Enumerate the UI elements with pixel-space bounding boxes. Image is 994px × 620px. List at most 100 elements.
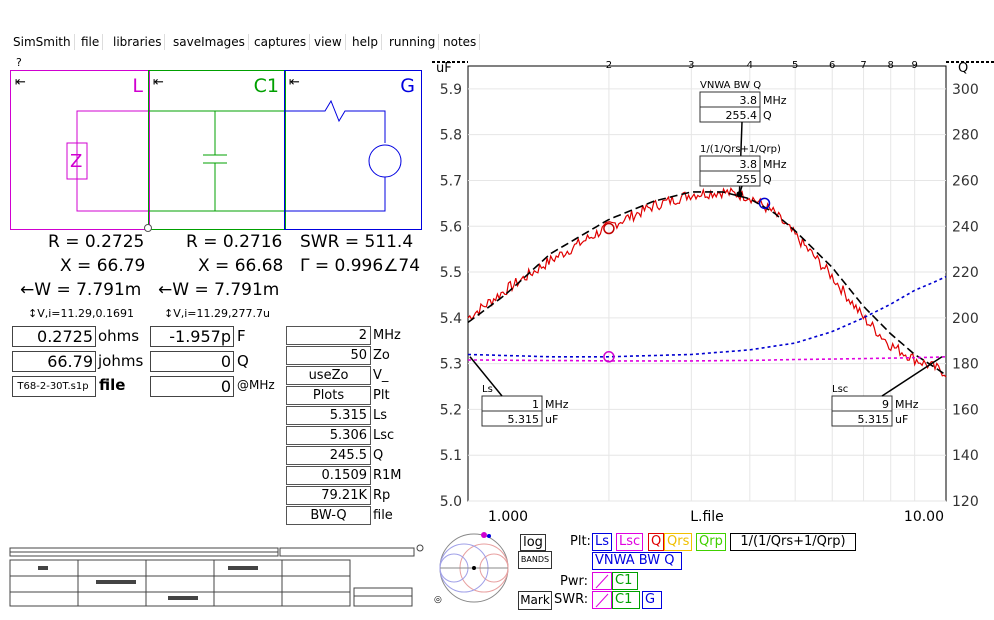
legend-qrp[interactable]: Qrp bbox=[696, 533, 726, 551]
y-right-tick-label: 180 bbox=[952, 357, 979, 373]
component-g-name: G bbox=[400, 75, 415, 97]
legend-combined-q[interactable]: 1/(1/Qrs+1/Qrp) bbox=[730, 533, 856, 551]
menu-running[interactable]: running bbox=[386, 34, 440, 50]
arrow-left-icon[interactable]: ⇤ bbox=[153, 75, 164, 90]
c1-capacitance-input[interactable]: -1.957p bbox=[150, 326, 234, 347]
c1-wavelength: ←W = 7.791m bbox=[158, 280, 280, 300]
c1-freq-input[interactable]: 0 bbox=[150, 376, 234, 397]
component-g-box[interactable]: ⇤ G bbox=[284, 70, 422, 230]
component-l-box[interactable]: ⇤ L Z bbox=[10, 70, 150, 230]
l-voltage-current: ↕V,i=11.29,0.1691 bbox=[28, 307, 134, 320]
marker-unit: Q bbox=[763, 109, 772, 122]
pwr-l-box[interactable] bbox=[592, 572, 612, 590]
menu-notes[interactable]: notes bbox=[440, 34, 481, 50]
x-tick-label: 6 bbox=[829, 60, 835, 71]
menu-view[interactable]: view bbox=[311, 34, 346, 50]
y-right-axis-label: Q bbox=[958, 61, 968, 76]
swr-c1-box[interactable]: C1 bbox=[612, 591, 640, 609]
swr-g-box[interactable]: G bbox=[642, 591, 662, 609]
y-left-tick-label: 5.3 bbox=[440, 357, 462, 373]
zo-label: Zo bbox=[373, 348, 390, 363]
check-icon bbox=[595, 574, 609, 589]
marker-unit: MHz bbox=[763, 158, 787, 171]
marker-value: 1 bbox=[532, 398, 539, 411]
rp-cell[interactable]: 79.21K bbox=[286, 486, 371, 505]
menu-help[interactable]: help bbox=[349, 34, 382, 50]
y-right-tick-label: 120 bbox=[952, 494, 979, 510]
plots-button[interactable]: Plots bbox=[286, 386, 371, 405]
legend-qrs[interactable]: Qrs bbox=[664, 533, 693, 551]
help-question[interactable]: ? bbox=[16, 56, 22, 69]
freq-cell[interactable]: 2 bbox=[286, 326, 371, 345]
y-right-tick-label: 280 bbox=[952, 128, 979, 144]
menu-saveimages[interactable]: saveImages bbox=[170, 34, 249, 50]
arrow-left-icon[interactable]: ⇤ bbox=[15, 75, 26, 90]
menu-bar: SimSmith file libraries saveImages captu… bbox=[0, 30, 994, 52]
legend-lsc[interactable]: Lsc bbox=[616, 533, 644, 551]
pwr-label: Pwr: bbox=[560, 574, 588, 589]
x-tick-label: 5 bbox=[792, 60, 798, 71]
chart-area[interactable]: uF Q 5.0 5.1 5.2 5.3 5.4 5.5 5.6 5.7 5.8 5.9 120 140 1… bbox=[432, 56, 994, 526]
bw-q-button[interactable]: BW-Q bbox=[286, 506, 371, 525]
l-resistance-input[interactable]: 0.2725 bbox=[12, 326, 96, 347]
v-label: V_ bbox=[373, 368, 389, 383]
r1m-cell[interactable]: 0.1509 bbox=[286, 466, 371, 485]
usezo-button[interactable]: useZo bbox=[286, 366, 371, 385]
node-circle-icon[interactable] bbox=[144, 224, 152, 232]
marker-unit: uF bbox=[545, 413, 558, 426]
lsc-label: Lsc bbox=[373, 428, 395, 443]
mark-button[interactable]: Mark bbox=[518, 591, 552, 610]
check-icon bbox=[595, 593, 609, 608]
y-right-tick-label: 220 bbox=[952, 265, 979, 281]
x-tick-label: 8 bbox=[888, 60, 894, 71]
ls-cell[interactable]: 5.315 bbox=[286, 406, 371, 425]
l-resistance: R = 0.2725 bbox=[48, 232, 145, 252]
zo-cell[interactable]: 50 bbox=[286, 346, 371, 365]
l-reactance-input[interactable]: 66.79 bbox=[12, 351, 96, 372]
menu-simsmith[interactable]: SimSmith bbox=[10, 34, 75, 50]
smith-chart[interactable]: ◎ bbox=[434, 530, 514, 606]
y-left-tick-label: 5.9 bbox=[440, 82, 462, 98]
bands-button[interactable]: BANDS bbox=[518, 551, 552, 569]
file-name-input[interactable]: T68-2-30T.s1p bbox=[12, 376, 96, 397]
y-right-tick-label: 260 bbox=[952, 173, 979, 189]
y-left-tick-label: 5.5 bbox=[440, 265, 462, 281]
q-cell[interactable]: 245.5 bbox=[286, 446, 371, 465]
legend-ls[interactable]: Ls bbox=[592, 533, 613, 551]
y-left-tick-label: 5.7 bbox=[440, 173, 462, 189]
network-thumbnails[interactable] bbox=[8, 544, 428, 610]
c1-reactance: X = 66.68 bbox=[198, 256, 284, 276]
y-left-tick-label: 5.1 bbox=[440, 448, 462, 464]
marker-value: 5.315 bbox=[508, 413, 540, 426]
menu-file[interactable]: file bbox=[78, 34, 104, 50]
x-axis-label: L.file bbox=[690, 509, 724, 525]
g-swr: SWR = 511.4 bbox=[300, 232, 414, 252]
arrow-left-icon[interactable]: ⇤ bbox=[289, 75, 300, 90]
swr-l-box[interactable] bbox=[592, 591, 612, 609]
component-c1-box[interactable]: ⇤ C1 bbox=[148, 70, 286, 230]
menu-libraries[interactable]: libraries bbox=[110, 34, 166, 50]
plt-bottom-label: Plt: bbox=[570, 534, 591, 549]
c1-q-input[interactable]: 0 bbox=[150, 351, 234, 372]
menu-captures[interactable]: captures bbox=[251, 34, 311, 50]
g-gamma: Γ = 0.996∠74 bbox=[300, 256, 421, 276]
x-tick-label: 3 bbox=[688, 60, 694, 71]
chart-svg[interactable]: uF Q 5.0 5.1 5.2 5.3 5.4 5.5 5.6 5.7 5.8 5.9 120 140 1… bbox=[432, 56, 994, 526]
legend-vnwa-bw-q[interactable]: VNWA BW Q bbox=[592, 552, 682, 570]
johms-label: johms bbox=[98, 352, 144, 370]
marker-title: Lsc bbox=[832, 384, 848, 395]
marker-value: 255.4 bbox=[726, 109, 758, 122]
component-l-name: L bbox=[132, 75, 143, 97]
marker-unit: Q bbox=[763, 173, 772, 186]
y-right-tick-label: 240 bbox=[952, 219, 979, 235]
log-button[interactable]: log bbox=[520, 534, 546, 551]
legend-q[interactable]: Q bbox=[648, 533, 665, 551]
marker-title: 1/(1/Qrs+1/Qrp) bbox=[700, 144, 781, 155]
farad-label: F bbox=[237, 327, 246, 345]
plot-frame bbox=[467, 65, 947, 502]
y-right-tick-label: 300 bbox=[952, 82, 979, 98]
lsc-cell[interactable]: 5.306 bbox=[286, 426, 371, 445]
freq-label: MHz bbox=[373, 328, 401, 343]
pwr-c1-box[interactable]: C1 bbox=[612, 572, 638, 590]
marker-value: 5.315 bbox=[858, 413, 890, 426]
